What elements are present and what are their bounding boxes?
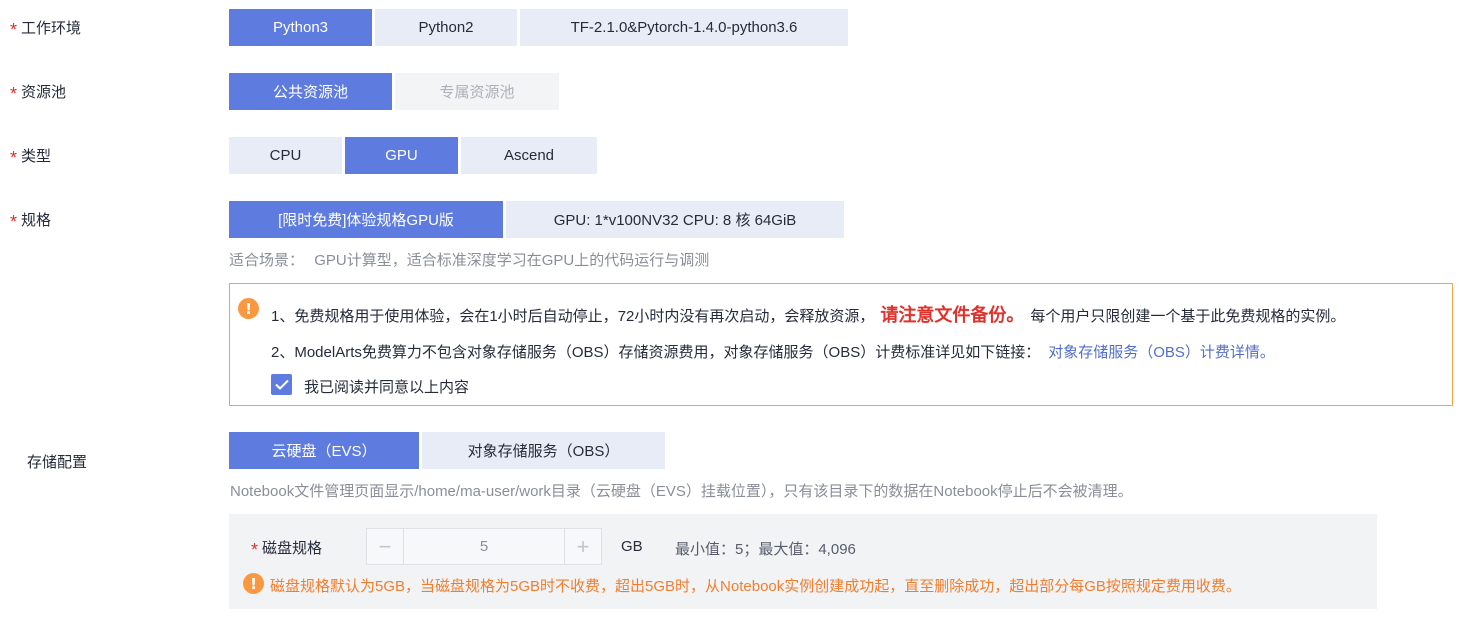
warning-icon: ! [238,298,259,319]
required-marker: * [10,19,18,40]
notice-line-1-text: 1、免费规格用于使用体验，会在1小时后自动停止，72小时内没有再次启动，会释放资… [271,308,875,325]
agree-checkbox[interactable] [271,374,292,395]
work-env-selector: Python3 Python2 TF-2.1.0&Pytorch-1.4.0-p… [229,9,848,46]
type-label-text: 类型 [21,148,52,165]
type-label: * 类型 [10,145,52,168]
notice-line-2-text: 2、ModelArts免费算力不包含对象存储服务（OBS）存储资源费用，对象存储… [271,344,1041,361]
spec-option-free-gpu[interactable]: [限时免费]体验规格GPU版 [229,201,503,238]
type-option-ascend[interactable]: Ascend [461,137,597,174]
required-marker: * [10,83,18,104]
storage-option-obs[interactable]: 对象存储服务（OBS） [422,432,665,469]
work-env-option-python3[interactable]: Python3 [229,9,372,46]
resource-pool-option-public[interactable]: 公共资源池 [229,73,392,110]
disk-config-panel: * 磁盘规格 − 5 + GB 最小值：5；最大值：4,096 ! 磁盘规格默认… [229,514,1377,609]
resource-pool-label: * 资源池 [10,81,67,104]
spec-scenario-text: GPU计算型，适合标准深度学习在GPU上的代码运行与调测 [314,252,710,269]
resource-pool-option-dedicated: 专属资源池 [395,73,559,110]
spec-label: * 规格 [10,209,52,232]
decrement-button: − [378,533,392,559]
notice-line-2: 2、ModelArts免费算力不包含对象存储服务（OBS）存储资源费用，对象存储… [271,341,1275,362]
disk-size-stepper: − 5 + [366,528,602,565]
resource-pool-selector: 公共资源池 专属资源池 [229,73,559,110]
work-env-option-tf-pytorch[interactable]: TF-2.1.0&Pytorch-1.4.0-python3.6 [520,9,848,46]
work-env-label: * 工作环境 [10,17,82,40]
required-marker: * [10,147,18,168]
spec-selector: [限时免费]体验规格GPU版 GPU: 1*v100NV32 CPU: 8 核 … [229,201,844,238]
type-option-gpu[interactable]: GPU [345,137,458,174]
agree-label: 我已阅读并同意以上内容 [304,379,470,396]
warning-icon: ! [243,573,264,594]
notice-line-1-suffix: 每个用户只限创建一个基于此免费规格的实例。 [1030,308,1346,325]
disk-size-input[interactable]: 5 [403,529,565,564]
required-marker: * [10,211,18,232]
free-spec-notice: ! 1、免费规格用于使用体验，会在1小时后自动停止，72小时内没有再次启动，会释… [229,283,1453,406]
notice-backup-emphasis: 请注意文件备份。 [880,305,1025,325]
resource-pool-label-text: 资源池 [21,84,67,101]
disk-size-warning: 磁盘规格默认为5GB，当磁盘规格为5GB时不收费，超出5GB时，从Noteboo… [270,578,1241,595]
storage-option-evs[interactable]: 云硬盘（EVS） [229,432,419,469]
type-option-cpu[interactable]: CPU [229,137,342,174]
spec-label-text: 规格 [21,212,52,229]
disk-size-label: * 磁盘规格 [251,537,323,560]
disk-size-unit: GB [621,538,643,555]
storage-label: 存储配置 [27,454,88,471]
disk-size-range: 最小值：5；最大值：4,096 [675,541,856,558]
storage-selector: 云硬盘（EVS） 对象存储服务（OBS） [229,432,665,469]
checkmark-icon [274,379,289,390]
notice-line-1: 1、免费规格用于使用体验，会在1小时后自动停止，72小时内没有再次启动，会释放资… [271,301,1345,327]
work-env-option-python2[interactable]: Python2 [375,9,517,46]
work-env-label-text: 工作环境 [21,20,82,37]
type-selector: CPU GPU Ascend [229,137,597,174]
increment-button: + [576,533,590,559]
obs-pricing-link[interactable]: 对象存储服务（OBS）计费详情。 [1048,344,1275,361]
disk-size-label-text: 磁盘规格 [262,540,323,557]
required-marker: * [251,539,259,560]
storage-hint: Notebook文件管理页面显示/home/ma-user/work目录（云硬盘… [230,483,1133,500]
spec-detail: GPU: 1*v100NV32 CPU: 8 核 64GiB [506,201,844,238]
spec-scenario-hint: 适合场景： GPU计算型，适合标准深度学习在GPU上的代码运行与调测 [229,249,709,270]
spec-scenario-prefix: 适合场景： [229,252,305,269]
